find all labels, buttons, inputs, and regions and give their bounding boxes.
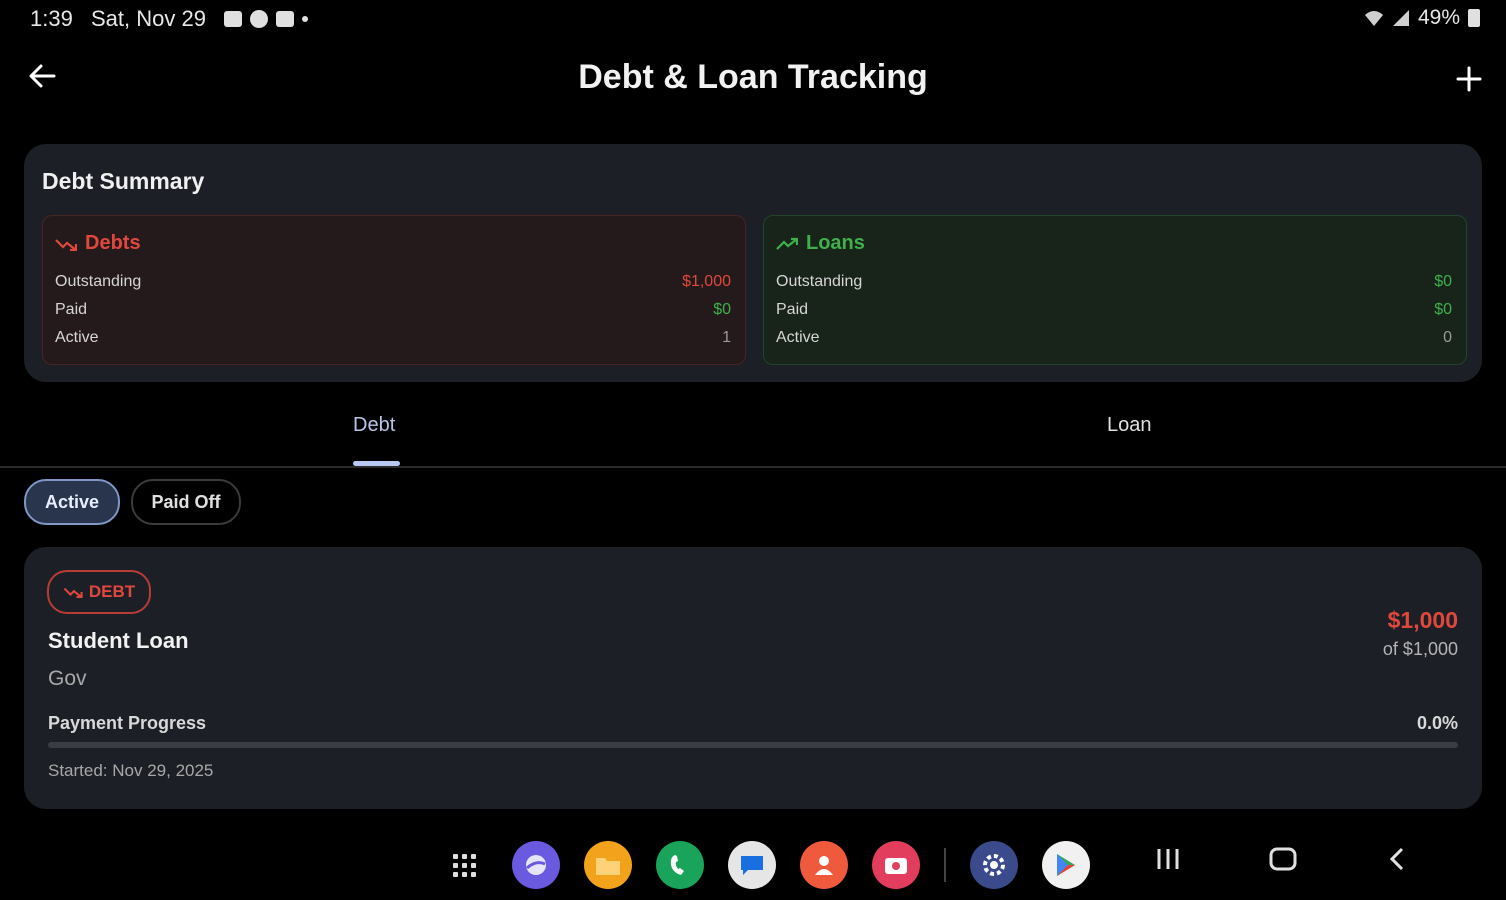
trending-down-icon bbox=[63, 587, 83, 598]
battery-icon bbox=[1468, 9, 1480, 27]
row-label: Paid bbox=[55, 301, 88, 318]
debt-item-card[interactable] bbox=[24, 547, 1482, 809]
debt-amount: $1,000 bbox=[1387, 607, 1458, 633]
payment-progress-bar bbox=[48, 742, 1458, 748]
debt-start-date: Started: Nov 29, 2025 bbox=[48, 761, 214, 780]
tab-debt[interactable]: Debt bbox=[353, 414, 395, 437]
debts-paid-value: $0 bbox=[713, 301, 731, 318]
recents-icon bbox=[1157, 849, 1179, 869]
contacts-icon[interactable] bbox=[800, 841, 848, 889]
wifi-icon bbox=[1364, 11, 1383, 26]
status-time: 1:39 bbox=[30, 6, 73, 31]
debts-paid-row: Paid $0 bbox=[55, 301, 731, 319]
loans-summary-panel: Loans Outstanding $0 Paid $0 Active 0 bbox=[763, 215, 1467, 365]
taskbar-dock bbox=[440, 838, 1090, 892]
settings-icon[interactable] bbox=[970, 841, 1018, 889]
badge-label: DEBT bbox=[88, 582, 136, 601]
signal-icon bbox=[1392, 10, 1409, 26]
debts-label: Debts bbox=[85, 232, 141, 254]
page-title: Debt & Loan Tracking bbox=[578, 58, 928, 96]
messages-icon[interactable] bbox=[728, 841, 776, 889]
notification-icons bbox=[224, 10, 308, 28]
trending-up-icon bbox=[776, 237, 798, 250]
browser-icon[interactable] bbox=[512, 841, 560, 889]
debts-header: Debts bbox=[55, 232, 141, 255]
system-back-button[interactable] bbox=[1386, 846, 1408, 880]
gallery-notification-icon bbox=[224, 11, 242, 27]
filter-chip-paid-off[interactable]: Paid Off bbox=[131, 479, 241, 525]
row-label: Active bbox=[776, 329, 820, 346]
debt-name: Student Loan bbox=[48, 628, 189, 653]
debts-outstanding-row: Outstanding $1,000 bbox=[55, 273, 731, 291]
loans-active-value: 0 bbox=[1443, 329, 1452, 346]
recents-button[interactable] bbox=[1154, 846, 1182, 880]
summary-title: Debt Summary bbox=[42, 168, 205, 194]
payment-progress-value: 0.0% bbox=[1416, 713, 1458, 733]
payment-progress-label: Payment Progress bbox=[48, 713, 207, 733]
dock-separator bbox=[944, 848, 946, 882]
row-label: Paid bbox=[776, 301, 809, 318]
system-icons: 49% bbox=[1364, 6, 1480, 30]
phone-icon[interactable] bbox=[656, 841, 704, 889]
add-button[interactable] bbox=[1456, 58, 1482, 100]
debts-active-value: 1 bbox=[722, 329, 731, 346]
calendar-notification-icon bbox=[276, 11, 294, 27]
loans-outstanding-value: $0 bbox=[1434, 273, 1452, 290]
status-bar: 1:39 Sat, Nov 29 49% bbox=[0, 0, 1506, 40]
home-icon bbox=[1269, 847, 1297, 871]
loans-paid-row: Paid $0 bbox=[776, 301, 1452, 319]
debt-total: of $1,000 bbox=[1382, 639, 1458, 659]
debt-type-badge: DEBT bbox=[47, 570, 151, 614]
filter-chip-active[interactable]: Active bbox=[24, 479, 120, 525]
row-label: Outstanding bbox=[55, 273, 142, 290]
battery-percent: 49% bbox=[1417, 6, 1460, 29]
camera-icon[interactable] bbox=[872, 841, 920, 889]
status-date: Sat, Nov 29 bbox=[91, 6, 206, 31]
loans-active-row: Active 0 bbox=[776, 329, 1452, 347]
debts-summary-panel: Debts Outstanding $1,000 Paid $0 Active … bbox=[42, 215, 746, 365]
debts-active-row: Active 1 bbox=[55, 329, 731, 347]
more-notifications-icon bbox=[302, 16, 308, 22]
row-label: Outstanding bbox=[776, 273, 863, 290]
files-icon[interactable] bbox=[584, 841, 632, 889]
loans-label: Loans bbox=[806, 232, 865, 254]
loans-outstanding-row: Outstanding $0 bbox=[776, 273, 1452, 291]
tab-loan[interactable]: Loan bbox=[1107, 414, 1152, 437]
back-icon bbox=[1389, 847, 1404, 871]
debt-lender: Gov bbox=[48, 667, 87, 690]
app-drawer-icon[interactable] bbox=[440, 841, 488, 889]
home-button[interactable] bbox=[1269, 846, 1297, 880]
row-label: Active bbox=[55, 329, 99, 346]
loans-paid-value: $0 bbox=[1434, 301, 1452, 318]
loans-header: Loans bbox=[776, 232, 865, 255]
tab-divider bbox=[0, 466, 1506, 468]
debts-outstanding-value: $1,000 bbox=[682, 273, 731, 290]
plus-icon bbox=[1456, 66, 1482, 92]
play-store-icon[interactable] bbox=[1042, 841, 1090, 889]
trending-down-icon bbox=[55, 238, 77, 251]
messages-notification-icon bbox=[250, 10, 268, 28]
